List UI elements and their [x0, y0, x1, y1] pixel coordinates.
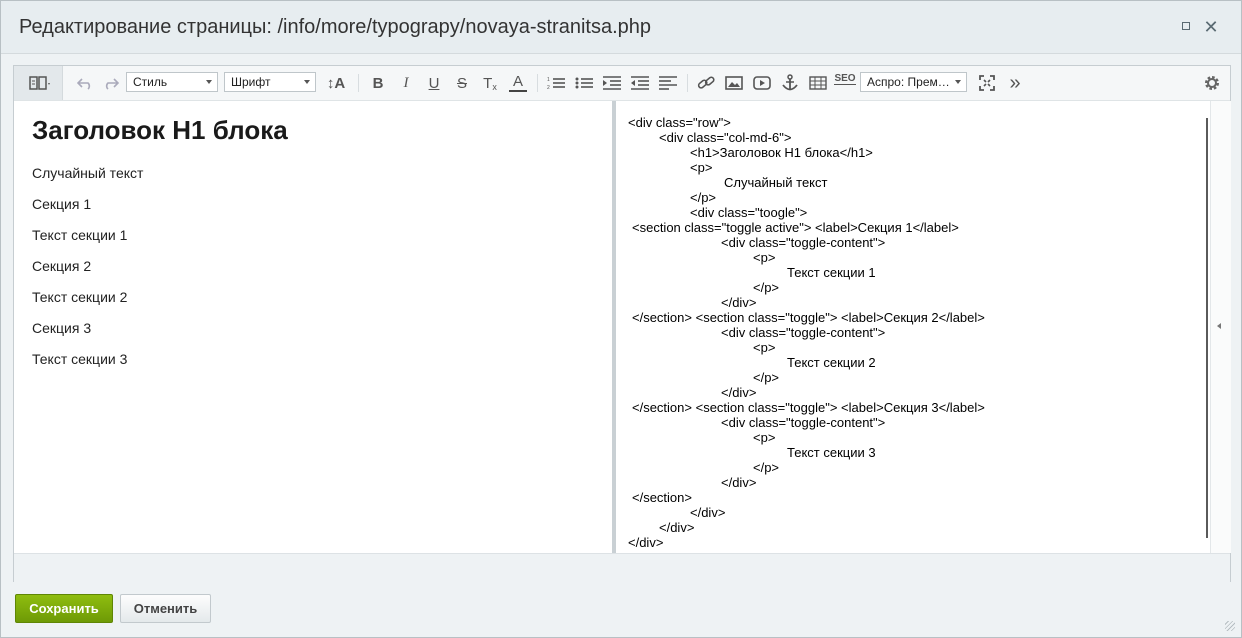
wysiwyg-area[interactable]: Заголовок H1 блока Случайный текст Секци…	[14, 101, 612, 553]
code-line: </p>	[753, 370, 780, 385]
cancel-button[interactable]: Отменить	[120, 594, 211, 623]
code-line: <p>	[690, 160, 713, 175]
video-icon[interactable]	[752, 73, 772, 93]
ordered-list-icon[interactable]: 12	[546, 73, 566, 93]
code-line: <p>	[753, 250, 776, 265]
image-icon[interactable]	[724, 73, 744, 93]
side-panel-toggle[interactable]	[1210, 101, 1231, 553]
content-paragraph: Секция 3	[32, 320, 92, 336]
code-line: </div>	[721, 295, 757, 310]
code-line: Случайный текст	[724, 175, 828, 190]
code-line: Текст секции 3	[787, 445, 876, 460]
code-line: </p>	[753, 460, 780, 475]
code-line: <h1>Заголовок H1 блока</h1>	[690, 145, 873, 160]
view-mode-button[interactable]	[14, 66, 63, 100]
seo-label: SEO	[834, 73, 856, 85]
view-mode-icon	[29, 76, 50, 90]
close-icon[interactable]: ✕	[1203, 18, 1219, 36]
code-line: <p>	[753, 430, 776, 445]
settings-icon[interactable]	[1202, 73, 1222, 93]
code-line: <section class="toggle active"> <label>С…	[632, 220, 959, 235]
code-line: </section> <section class="toggle"> <lab…	[632, 310, 985, 325]
source-code-area[interactable]: <div class="row"> <div class="col-md-6">…	[616, 101, 1208, 553]
code-line: <p>	[753, 340, 776, 355]
content-paragraph: Текст секции 2	[32, 289, 128, 305]
content-paragraph: Текст секции 1	[32, 227, 128, 243]
code-line: </div>	[690, 505, 726, 520]
unordered-list-icon[interactable]	[574, 73, 594, 93]
toolbar-divider	[358, 74, 359, 92]
code-line: </p>	[753, 280, 780, 295]
font-select-value: Шрифт	[231, 75, 271, 89]
remove-format-icon[interactable]: Tx	[480, 73, 500, 93]
underline-icon[interactable]: U	[425, 73, 443, 93]
content-paragraph: Случайный текст	[32, 165, 144, 181]
link-icon[interactable]	[696, 73, 716, 93]
font-size-icon[interactable]: ↕A	[325, 73, 347, 93]
code-line: <div class="toggle-content">	[721, 235, 886, 250]
svg-text:2: 2	[547, 85, 550, 90]
seo-icon[interactable]: SEO	[834, 73, 856, 93]
code-scrollbar[interactable]	[1206, 118, 1208, 538]
code-line: </section>	[632, 490, 692, 505]
style-select-value: Стиль	[133, 75, 168, 89]
italic-icon[interactable]: I	[397, 73, 415, 93]
style-select[interactable]: Стиль	[126, 72, 218, 92]
code-line: </p>	[690, 190, 717, 205]
code-line: <div class="col-md-6">	[659, 130, 792, 145]
bold-icon[interactable]: B	[369, 73, 387, 93]
dialog-title-bar[interactable]: Редактирование страницы: /info/more/typo…	[1, 1, 1241, 54]
content-paragraph: Текст секции 3	[32, 351, 128, 367]
font-color-icon[interactable]: A	[509, 73, 527, 92]
code-line: <div class="toggle-content">	[721, 415, 886, 430]
code-line: Текст секции 2	[787, 355, 876, 370]
save-button[interactable]: Сохранить	[15, 594, 113, 623]
anchor-icon[interactable]	[780, 73, 800, 93]
svg-text:1: 1	[547, 77, 550, 83]
more-icon[interactable]: »	[1005, 72, 1025, 94]
code-line: </div>	[659, 520, 695, 535]
resize-handle[interactable]	[1225, 621, 1235, 631]
redo-icon[interactable]	[102, 73, 120, 93]
code-line: <div class="toogle">	[690, 205, 808, 220]
editor-status-bar	[14, 553, 1230, 582]
align-icon[interactable]	[658, 73, 678, 93]
template-select-value: Аспро: Прем…	[867, 75, 950, 89]
code-line: <div class="row">	[628, 115, 731, 130]
template-select[interactable]: Аспро: Прем…	[860, 72, 967, 92]
chevron-left-icon	[1217, 323, 1221, 329]
strikethrough-icon[interactable]: S	[453, 73, 471, 93]
toolbar-divider	[687, 74, 688, 92]
font-select[interactable]: Шрифт	[224, 72, 316, 92]
outdent-icon[interactable]	[630, 73, 650, 93]
table-icon[interactable]	[808, 73, 828, 93]
edit-page-dialog: Редактирование страницы: /info/more/typo…	[0, 0, 1242, 638]
indent-icon[interactable]	[602, 73, 622, 93]
code-line: </div>	[721, 475, 757, 490]
code-line: </section> <section class="toggle"> <lab…	[632, 400, 985, 415]
code-line: </div>	[721, 385, 757, 400]
content-heading: Заголовок H1 блока	[32, 115, 288, 145]
code-line: Текст секции 1	[787, 265, 876, 280]
content-paragraph: Секция 2	[32, 258, 92, 274]
dialog-title: Редактирование страницы: /info/more/typo…	[19, 16, 652, 38]
fullscreen-icon[interactable]	[977, 73, 997, 93]
code-line: </div>	[628, 535, 664, 550]
undo-icon[interactable]	[76, 73, 94, 93]
toolbar-divider	[537, 74, 538, 92]
editor-toolbar: Стиль Шрифт ↕A B I U S Tx A 12 SEO Аспро…	[14, 66, 1230, 101]
html-editor: Стиль Шрифт ↕A B I U S Tx A 12 SEO Аспро…	[13, 65, 1231, 582]
code-line: <div class="toggle-content">	[721, 325, 886, 340]
content-paragraph: Секция 1	[32, 196, 92, 212]
maximize-icon[interactable]	[1178, 19, 1194, 35]
